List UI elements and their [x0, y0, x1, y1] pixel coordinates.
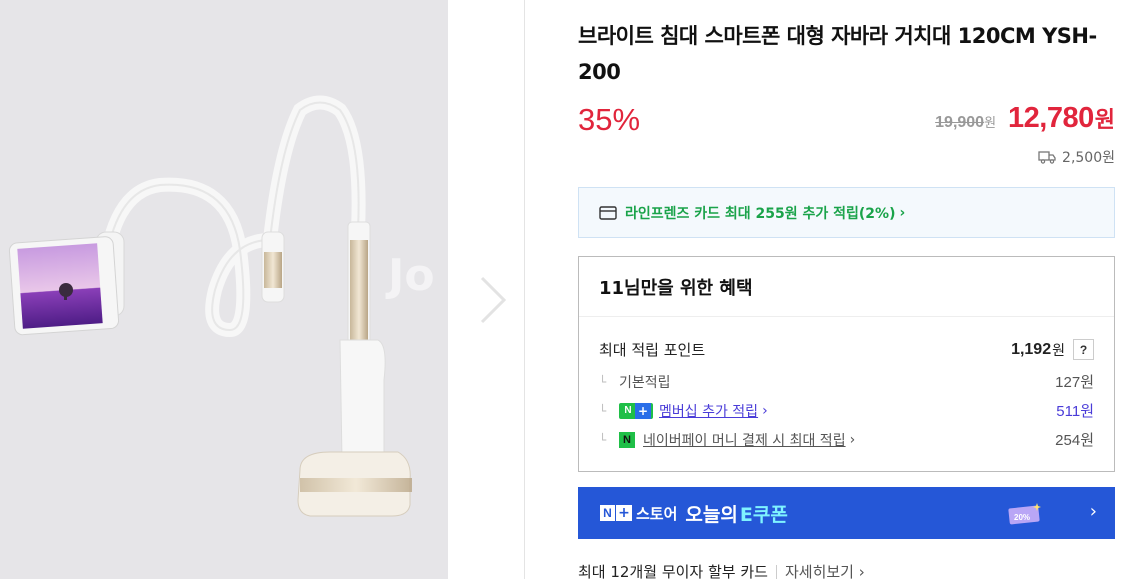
store-label: 스토어 — [636, 504, 678, 523]
benefit-row-value: 127원 — [1055, 374, 1094, 391]
benefit-row-label: 기본적립 — [619, 374, 671, 391]
ecoupon-label: E쿠폰 — [739, 503, 788, 526]
max-point-row: 최대 적립 포인트 1,192 원 ? — [599, 339, 1094, 360]
price-row: 19,900 원 12,780 원 — [935, 102, 1115, 135]
product-image[interactable]: Jo — [0, 0, 448, 579]
benefit-row-value: 511원 — [1056, 403, 1094, 420]
chevron-right-icon: › — [899, 204, 906, 221]
credit-card-icon — [599, 205, 617, 220]
watermark-text: Jo — [388, 250, 435, 301]
next-image-button[interactable] — [472, 272, 512, 328]
naver-plus-store-logo: N + — [600, 505, 632, 521]
max-point-value-group: 1,192 원 ? — [1011, 339, 1094, 360]
naver-plus-membership-icon: N + — [619, 402, 653, 419]
chevron-right-icon: › — [849, 431, 856, 448]
today-label: 오늘의 — [685, 503, 738, 526]
benefit-row-naverpay: └ N 네이버페이 머니 결제 시 최대 적립 › 254원 — [599, 429, 1094, 450]
product-photo — [8, 95, 412, 517]
installment-text: 최대 12개월 무이자 할부 카드 — [578, 563, 768, 579]
delivery-truck-icon — [1038, 151, 1056, 164]
tree-branch-icon: └ — [599, 432, 607, 447]
card-promo-text: 라인프렌즈 카드 최대 255원 추가 적립(2%) — [625, 205, 896, 222]
tree-branch-icon: └ — [599, 403, 607, 418]
today-ecoupon-banner[interactable]: N + 스토어 오늘의 E쿠폰 20% › — [578, 487, 1115, 539]
divider — [775, 564, 777, 579]
installment-row: 최대 12개월 무이자 할부 카드 자세히보기 › — [578, 561, 865, 579]
product-title: 브라이트 침대 스마트폰 대형 자바라 거치대 120CM YSH-200 — [578, 24, 1097, 84]
benefit-row-membership: └ N + 멤버십 추가 적립 › 511원 — [599, 400, 1094, 421]
member-benefit-box: 11님만을 위한 혜택 최대 적립 포인트 1,192 원 ? └ 기본적립 1… — [578, 256, 1115, 472]
max-point-label: 최대 적립 포인트 — [599, 341, 706, 359]
max-point-unit: 원 — [1052, 341, 1065, 358]
card-promo-banner[interactable]: 라인프렌즈 카드 최대 255원 추가 적립(2%) › — [578, 187, 1115, 238]
help-button[interactable]: ? — [1073, 339, 1094, 360]
membership-point-link[interactable]: 멤버십 추가 적립 — [659, 401, 758, 421]
installment-detail-link[interactable]: 자세히보기 › — [785, 561, 865, 579]
original-price: 19,900 — [935, 114, 985, 131]
divider — [524, 0, 525, 579]
naver-pay-icon: N — [619, 431, 635, 448]
chevron-right-icon — [480, 276, 507, 324]
sale-price: 12,780 — [1008, 102, 1094, 134]
shipping-fee: 2,500원 — [1038, 147, 1115, 167]
benefit-heading: 11님만을 위한 혜택 — [579, 257, 1114, 317]
tree-branch-icon: └ — [599, 374, 607, 389]
benefit-row-base: └ 기본적립 127원 — [599, 371, 1094, 392]
discount-rate: 35% — [578, 102, 641, 137]
naverpay-point-link[interactable]: 네이버페이 머니 결제 시 최대 적립 — [643, 430, 846, 450]
coupon-badge-text: 20% — [1014, 513, 1030, 522]
chevron-right-icon: › — [1089, 501, 1097, 522]
sale-price-unit: 원 — [1094, 108, 1115, 133]
chevron-right-icon: › — [762, 402, 768, 419]
shipping-fee-value: 2,500원 — [1062, 150, 1115, 166]
original-price-unit: 원 — [984, 116, 997, 131]
coupon-ticket-icon: 20% — [1007, 501, 1043, 531]
benefit-row-value: 254원 — [1055, 432, 1094, 449]
max-point-value: 1,192 — [1011, 340, 1052, 358]
